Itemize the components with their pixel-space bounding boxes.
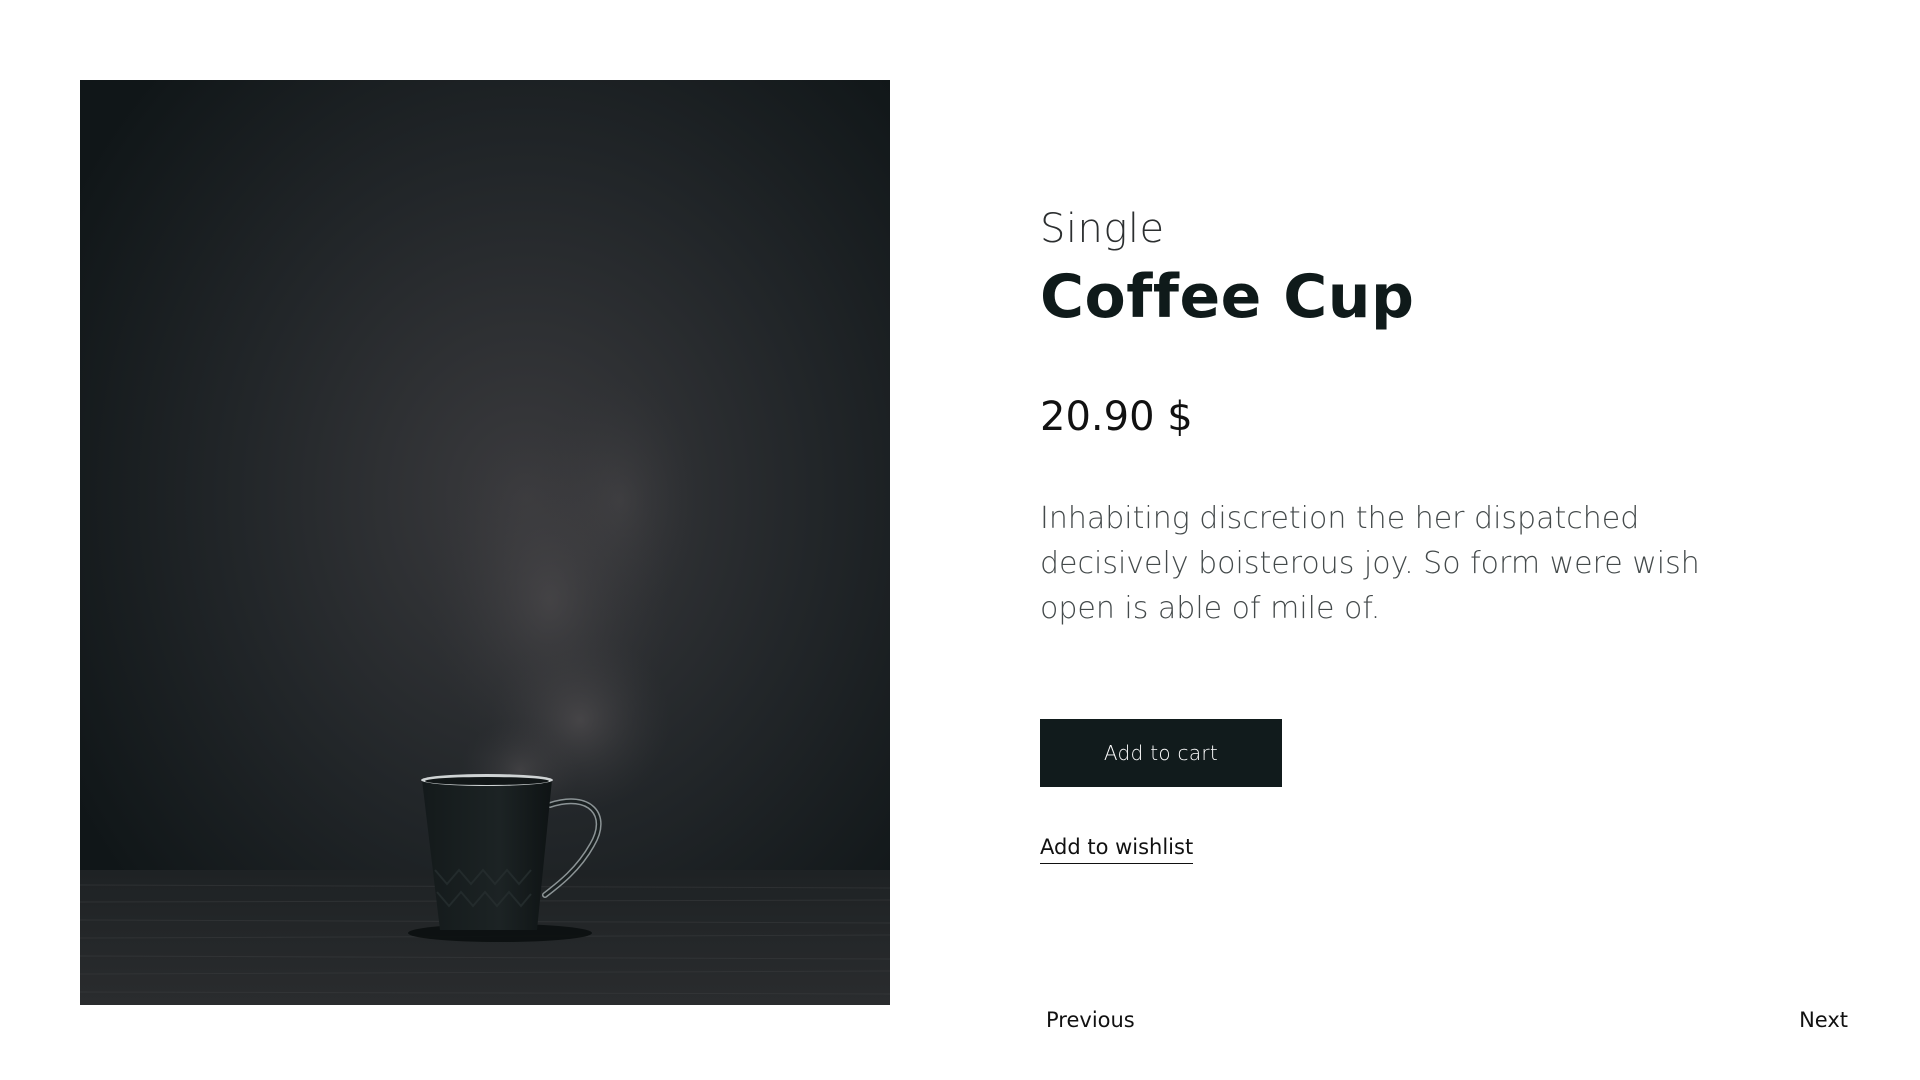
product-details: Single Coffee Cup 20.90 $ Inhabiting dis… [1040,205,1760,864]
add-to-wishlist-link[interactable]: Add to wishlist [1040,835,1194,864]
coffee-cup-photo [80,80,890,1005]
previous-link[interactable]: Previous [1046,1008,1135,1032]
product-photo [80,80,890,1005]
product-description: Inhabiting discretion the her dispatched… [1040,501,1700,626]
product-category-label: Single [1040,206,1165,252]
next-link[interactable]: Next [1799,1008,1848,1032]
add-to-cart-button[interactable]: Add to cart [1040,719,1282,787]
product-title: Coffee Cup [1040,262,1415,332]
product-page: Single Coffee Cup 20.90 $ Inhabiting dis… [0,0,1920,1080]
product-price: 20.90 $ [1040,394,1193,440]
wishlist-container: Add to wishlist [1040,835,1760,864]
